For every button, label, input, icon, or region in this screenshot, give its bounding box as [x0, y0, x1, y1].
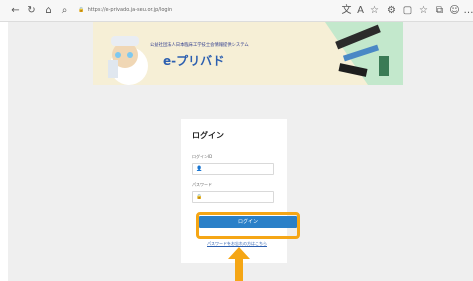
login-button[interactable]: ログイン [199, 216, 297, 228]
menu-icon[interactable]: … [462, 4, 473, 17]
login-id-field[interactable]: 👤 [192, 163, 274, 175]
organization-name: 公益社団法人日本臨床工学技士会情報提供システム [150, 43, 249, 48]
brand-logo: e-プリバド [163, 54, 225, 68]
login-id-label: ログインID [192, 154, 213, 159]
read-aloud-icon[interactable]: A [354, 4, 367, 17]
banner-illustration [108, 22, 403, 85]
address-bar[interactable]: 🔒 https://e-privado.ja-seu.or.jp/login [78, 4, 328, 17]
home-icon[interactable]: ⌂ [42, 4, 55, 17]
lock-icon: 🔒 [196, 194, 203, 200]
user-icon: 👤 [196, 166, 203, 172]
reload-icon[interactable]: ↻ [25, 4, 38, 17]
site-banner: 公益社団法人日本臨床工学技士会情報提供システム e-プリバド [93, 22, 403, 85]
split-screen-icon[interactable]: ▢ [401, 4, 414, 17]
lock-icon: 🔒 [78, 7, 85, 13]
translate-icon[interactable]: 文 [340, 4, 353, 17]
search-icon[interactable]: ⌕ [58, 4, 71, 17]
collections-icon[interactable]: ⧉ [433, 4, 446, 17]
password-field[interactable]: 🔒 [192, 191, 274, 203]
url-text: https://e-privado.ja-seu.or.jp/login [87, 7, 173, 13]
password-label: パスワード [192, 182, 212, 187]
extensions-icon[interactable]: ⚙ [385, 4, 398, 17]
pointer-arrow [228, 247, 250, 281]
back-icon[interactable]: ← [9, 4, 22, 17]
profile-icon[interactable]: ☺ [448, 4, 461, 17]
browser-toolbar: ← ↻ ⌂ ⌕ 🔒 https://e-privado.ja-seu.or.jp… [0, 0, 473, 22]
page-title: ログイン [192, 131, 224, 140]
favorites-icon[interactable]: ☆ [417, 4, 430, 17]
favorite-star-icon[interactable]: ☆ [368, 4, 381, 17]
